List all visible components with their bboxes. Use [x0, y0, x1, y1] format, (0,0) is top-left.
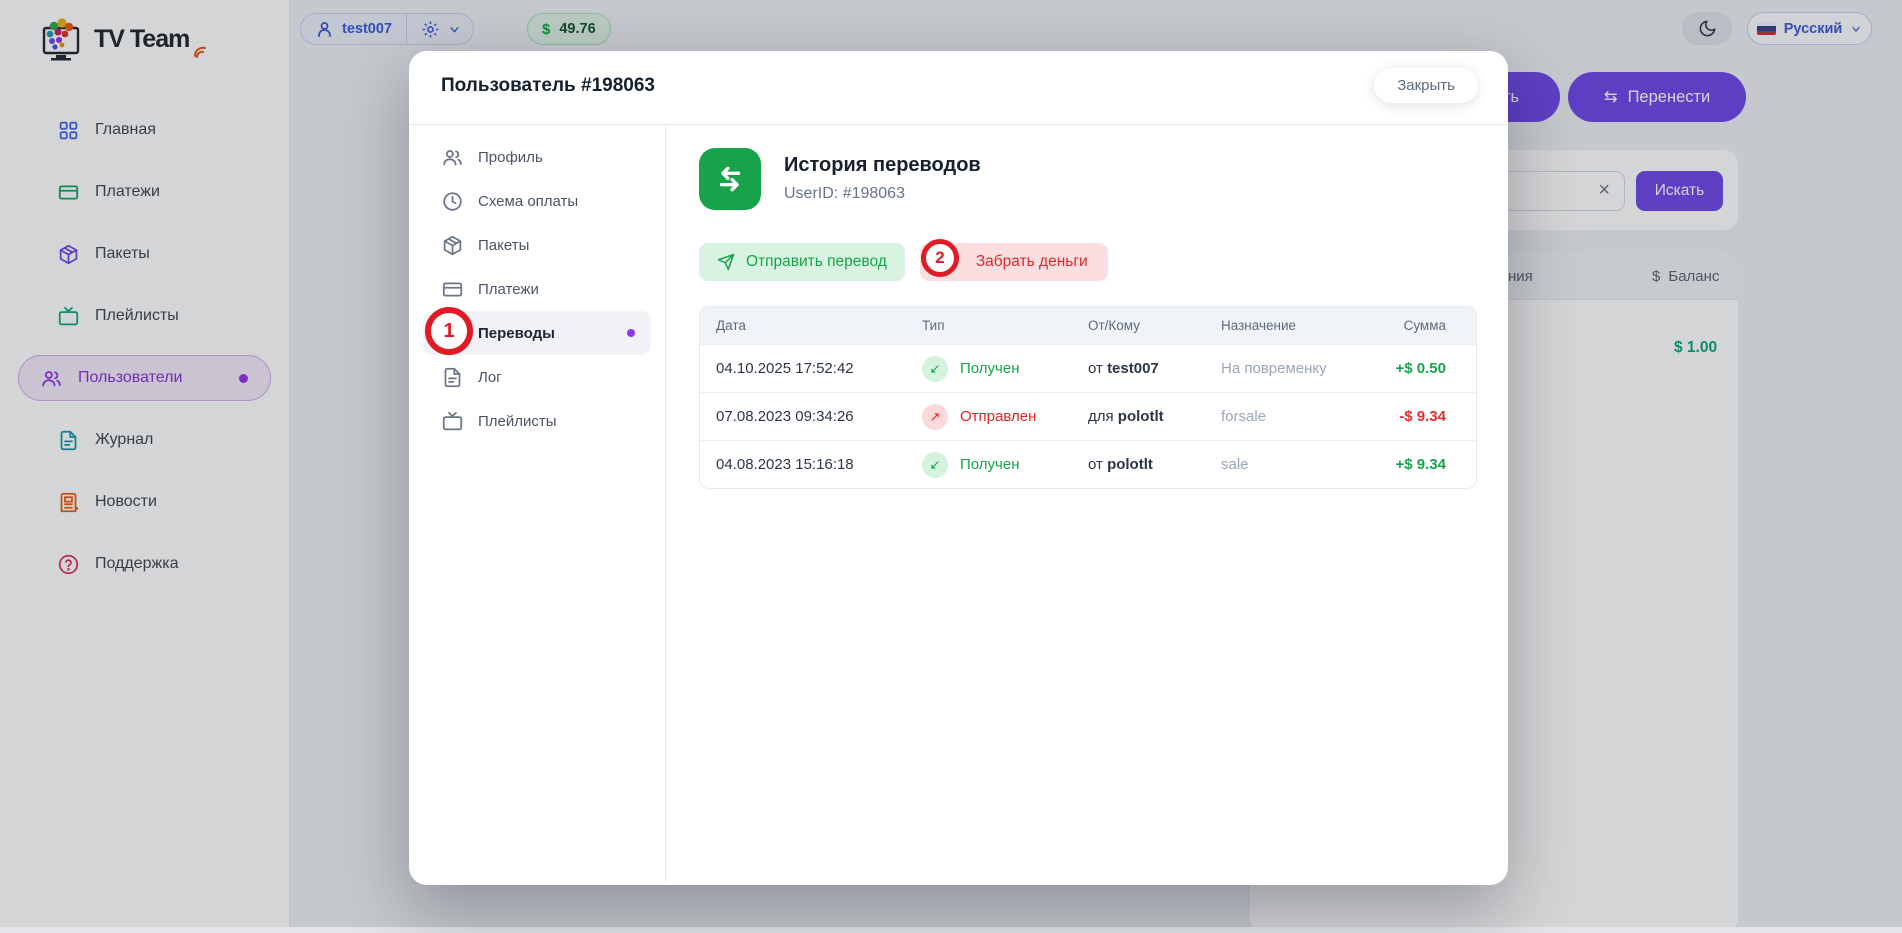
send-icon	[717, 253, 735, 271]
modal-nav-label: Переводы	[478, 325, 555, 342]
annotation-step-2: 2	[921, 239, 959, 277]
sent-arrow-icon: ↗	[922, 404, 948, 430]
page-bottom-edge	[0, 927, 1902, 933]
column-amount: Сумма	[1347, 318, 1462, 333]
modal-nav-label: Плейлисты	[478, 413, 557, 430]
cell-date: 04.08.2023 15:16:18	[700, 456, 922, 473]
cell-purpose: forsale	[1221, 408, 1347, 425]
withdraw-money-label: Забрать деньги	[976, 253, 1088, 271]
modal-nav-label: Схема оплаты	[478, 193, 578, 210]
modal-nav-label: Пакеты	[478, 237, 529, 254]
cell-purpose: sale	[1221, 456, 1347, 473]
content-subtitle: UserID: #198063	[784, 185, 981, 203]
cell-date: 04.10.2025 17:52:42	[700, 360, 922, 377]
content-title: История переводов	[784, 154, 981, 177]
cell-party: для polotlt	[1088, 408, 1221, 425]
cell-amount: -$ 9.34	[1347, 408, 1462, 425]
cell-date: 07.08.2023 09:34:26	[700, 408, 922, 425]
cell-party: от polotlt	[1088, 456, 1221, 473]
column-date: Дата	[700, 318, 922, 333]
table-row[interactable]: 07.08.2023 09:34:26 ↗ Отправлен для polo…	[700, 392, 1476, 440]
modal-header: Пользователь #198063 Закрыть	[409, 51, 1508, 125]
modal-nav-packages[interactable]: Пакеты	[409, 223, 665, 267]
cell-type: Отправлен	[960, 408, 1036, 425]
log-icon	[442, 367, 463, 388]
send-transfer-label: Отправить перевод	[746, 253, 887, 271]
cell-amount: +$ 9.34	[1347, 456, 1462, 473]
column-party: От/Кому	[1088, 318, 1221, 333]
modal-nav: Профиль Схема оплаты Пакеты Платежи Пере…	[409, 125, 666, 884]
clock-icon	[442, 191, 463, 212]
modal-nav-label: Платежи	[478, 281, 539, 298]
cell-party: от test007	[1088, 360, 1221, 377]
cell-amount: +$ 0.50	[1347, 360, 1462, 377]
send-transfer-button[interactable]: Отправить перевод	[699, 243, 905, 281]
annotation-step-1: 1	[425, 307, 473, 355]
received-arrow-icon: ↙	[922, 356, 948, 382]
transfer-arrows-icon	[699, 148, 761, 210]
tv-icon	[442, 411, 463, 432]
user-modal: Пользователь #198063 Закрыть Профиль Схе…	[409, 51, 1508, 885]
cell-type: Получен	[960, 456, 1020, 473]
received-arrow-icon: ↙	[922, 452, 948, 478]
cell-purpose: На повременку	[1221, 360, 1347, 377]
card-icon	[442, 279, 463, 300]
modal-nav-profile[interactable]: Профиль	[409, 135, 665, 179]
profile-icon	[442, 147, 463, 168]
modal-nav-payment-scheme[interactable]: Схема оплаты	[409, 179, 665, 223]
transfers-table-header: Дата Тип От/Кому Назначение Сумма	[700, 307, 1476, 344]
column-type: Тип	[922, 318, 1088, 333]
column-purpose: Назначение	[1221, 318, 1347, 333]
table-row[interactable]: 04.08.2023 15:16:18 ↙ Получен от polotlt…	[700, 440, 1476, 488]
modal-nav-label: Лог	[478, 369, 502, 386]
modal-nav-playlists[interactable]: Плейлисты	[409, 399, 665, 443]
modal-title: Пользователь #198063	[441, 75, 655, 97]
modal-nav-label: Профиль	[478, 149, 543, 166]
modal-nav-payments[interactable]: Платежи	[409, 267, 665, 311]
modal-content: История переводов UserID: #198063 Отправ…	[666, 125, 1508, 884]
package-icon	[442, 235, 463, 256]
close-button-label: Закрыть	[1397, 77, 1455, 94]
transfers-table: Дата Тип От/Кому Назначение Сумма 04.10.…	[699, 306, 1477, 489]
modal-nav-log[interactable]: Лог	[409, 355, 665, 399]
active-dot	[627, 329, 635, 337]
cell-type: Получен	[960, 360, 1020, 377]
table-row[interactable]: 04.10.2025 17:52:42 ↙ Получен от test007…	[700, 344, 1476, 392]
close-button[interactable]: Закрыть	[1374, 68, 1478, 103]
